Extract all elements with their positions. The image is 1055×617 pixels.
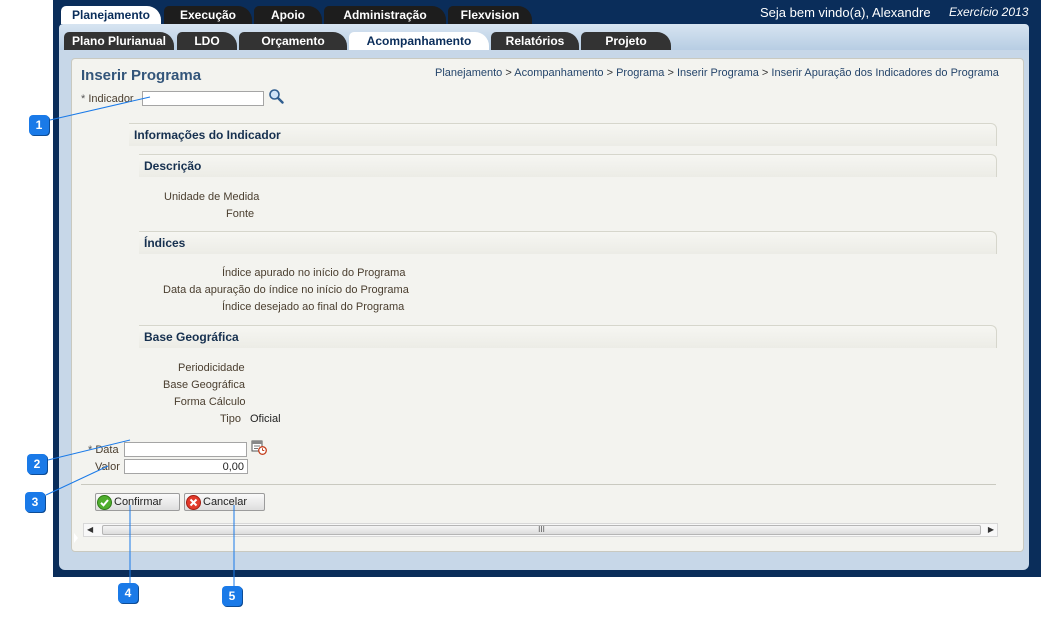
tab-acompanhamento[interactable]: Acompanhamento [349,32,489,50]
calendar-icon[interactable] [251,439,267,455]
indicador-label: * Indicador [81,93,134,105]
confirmar-button[interactable]: Confirmar [95,493,180,511]
callout-marker-4: 4 [118,583,138,603]
breadcrumb-separator: > [761,67,769,79]
breadcrumb: Planejamento > Acompanhamento > Programa… [435,67,999,79]
breadcrumb-planejamento[interactable]: Planejamento [435,67,502,79]
section-indices-title: Índices [144,236,186,250]
breadcrumb-inserir-programa[interactable]: Inserir Programa [677,67,759,79]
section-indices: Índices [139,231,997,254]
indice-final-label: Índice desejado ao final do Programa [222,301,405,313]
scroll-right-icon[interactable]: ▶ [988,525,994,534]
breadcrumb-separator: > [505,67,512,79]
breadcrumb-acompanhamento[interactable]: Acompanhamento [514,67,603,79]
data-apuracao-label: Data da apuração do índice no início do … [163,284,409,296]
scrollbar-thumb[interactable]: III [102,525,981,535]
page-title: Inserir Programa [81,67,202,84]
scrollbar-grip: III [538,525,545,534]
sub-tab-bar: Plano Plurianual LDO Orçamento Acompanha… [59,24,1029,50]
section-info-indicador: Informações do Indicador [129,123,997,146]
tab-administracao[interactable]: Administração [324,6,446,24]
cancelar-label: Cancelar [203,496,248,508]
tab-orcamento[interactable]: Orçamento [239,32,347,50]
tab-execucao[interactable]: Execução [164,6,252,24]
content-panel: Inserir Programa Planejamento > Acompanh… [71,58,1024,552]
tab-relatorios[interactable]: Relatórios [491,32,579,50]
search-icon[interactable] [268,88,284,104]
periodicidade-label: Periodicidade [178,362,245,374]
cancel-icon [186,494,201,510]
cancelar-button[interactable]: Cancelar [184,493,265,511]
base-geografica-label: Base Geográfica [163,379,245,391]
app-window: Planejamento Execução Apoio Administraçã… [53,0,1041,577]
confirmar-label: Confirmar [114,496,163,508]
section-info-title: Informações do Indicador [134,128,281,142]
forma-calculo-label: Forma Cálculo [174,396,246,408]
breadcrumb-programa[interactable]: Programa [616,67,664,79]
data-label-text: Data [95,444,119,456]
required-mark: * [81,93,86,105]
tab-flexvision[interactable]: Flexvision [448,6,532,24]
tipo-value: Oficial [250,413,281,425]
breadcrumb-current: Inserir Apuração dos Indicadores do Prog… [771,67,999,79]
indice-inicio-label: Índice apurado no início do Programa [222,267,406,279]
side-panel-handle[interactable] [74,530,78,546]
section-descricao: Descrição [139,154,997,177]
tab-plano-plurianual[interactable]: Plano Plurianual [64,32,174,50]
check-icon [97,494,112,510]
breadcrumb-separator: > [606,67,614,79]
section-base-geografica: Base Geográfica [139,325,997,348]
valor-label: Valor [95,461,120,473]
indicador-input[interactable] [142,91,264,106]
callout-marker-3: 3 [25,492,45,512]
valor-input[interactable] [124,459,248,474]
tab-planejamento[interactable]: Planejamento [61,6,161,24]
section-descricao-title: Descrição [144,159,202,173]
required-mark: * [88,444,93,456]
tab-projeto[interactable]: Projeto [581,32,671,50]
tipo-label: Tipo [220,413,241,425]
form-divider [81,484,996,485]
scroll-left-icon[interactable]: ◀ [87,525,93,534]
callout-marker-1: 1 [29,115,49,135]
indicador-label-text: Indicador [88,93,134,105]
unidade-label: Unidade de Medida [164,191,260,203]
section-base-title: Base Geográfica [144,330,239,344]
tab-ldo[interactable]: LDO [177,32,237,50]
welcome-text: Seja bem vindo(a), Alexandre [760,5,931,20]
callout-marker-5: 5 [222,586,242,606]
data-input[interactable] [124,442,247,457]
exercicio-label: Exercício 2013 [949,5,1029,19]
tab-apoio[interactable]: Apoio [254,6,322,24]
breadcrumb-separator: > [667,67,674,79]
horizontal-scrollbar[interactable]: ◀ III ▶ [83,523,998,537]
data-label: * Data [88,444,119,456]
fonte-label: Fonte [226,208,255,220]
callout-marker-2: 2 [27,454,47,474]
